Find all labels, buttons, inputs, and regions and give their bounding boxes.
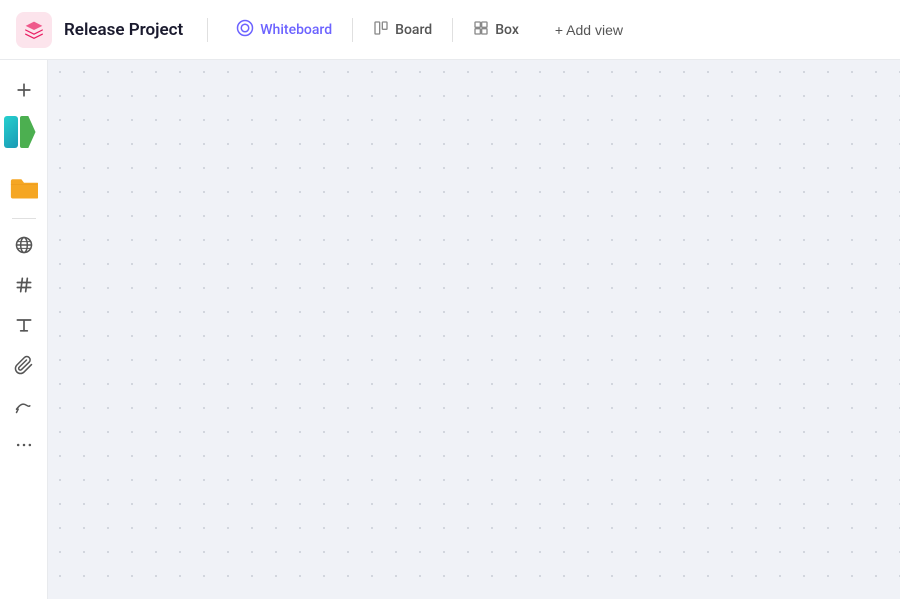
sidebar-divider-1 xyxy=(12,218,36,219)
draw-icon xyxy=(14,395,34,415)
sidebar xyxy=(0,60,48,599)
project-icon xyxy=(16,12,52,48)
pointer-teal-card xyxy=(4,116,18,148)
pointer-green-arrow xyxy=(20,116,36,148)
tab-whiteboard[interactable]: Whiteboard xyxy=(224,13,344,47)
main-container xyxy=(0,60,900,599)
add-view-label: + Add view xyxy=(555,22,623,38)
tab-whiteboard-label: Whiteboard xyxy=(260,22,332,38)
whiteboard-canvas[interactable] xyxy=(48,60,900,599)
folder-icon xyxy=(10,176,38,200)
cube-icon xyxy=(24,20,44,40)
hashtag-tool-button[interactable] xyxy=(6,267,42,303)
tab-board[interactable]: Board xyxy=(361,14,444,46)
add-tool-button[interactable] xyxy=(6,72,42,108)
add-view-button[interactable]: + Add view xyxy=(543,16,635,44)
tab-board-label: Board xyxy=(395,22,432,38)
more-tool-button[interactable] xyxy=(6,427,42,463)
whiteboard-icon xyxy=(236,19,254,41)
nav-tabs: Whiteboard Board xyxy=(224,13,531,47)
attachment-tool-button[interactable] xyxy=(6,347,42,383)
more-icon xyxy=(14,435,34,455)
tab-divider-2 xyxy=(452,18,453,42)
folder-tool-button[interactable] xyxy=(6,166,42,210)
draw-tool-button[interactable] xyxy=(6,387,42,423)
board-icon xyxy=(373,20,389,40)
tab-box-label: Box xyxy=(495,22,519,38)
paperclip-icon xyxy=(14,355,34,375)
text-tool-button[interactable] xyxy=(6,307,42,343)
pointer-tool-button[interactable] xyxy=(2,112,46,162)
globe-tool-button[interactable] xyxy=(6,227,42,263)
tab-divider-1 xyxy=(352,18,353,42)
plus-icon xyxy=(14,80,34,100)
project-title: Release Project xyxy=(64,20,183,40)
hashtag-icon xyxy=(14,275,34,295)
globe-icon xyxy=(14,235,34,255)
box-icon xyxy=(473,20,489,40)
header-divider xyxy=(207,18,208,42)
text-icon xyxy=(14,315,34,335)
header: Release Project Whiteboard xyxy=(0,0,900,60)
tab-box[interactable]: Box xyxy=(461,14,531,46)
